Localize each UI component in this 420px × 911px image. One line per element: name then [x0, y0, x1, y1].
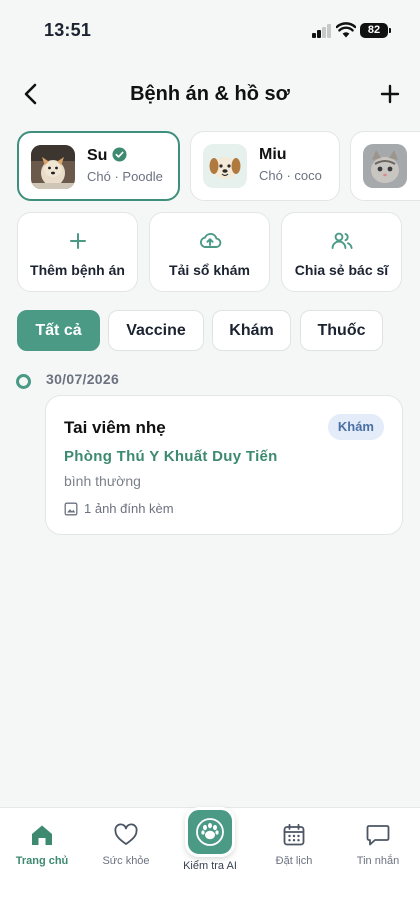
filter-tabs: Tất cả Vaccine Khám Thuốc	[17, 310, 403, 351]
pet-breed: Chó · coco	[259, 168, 322, 183]
add-record-button[interactable]: Thêm bệnh án	[17, 212, 138, 292]
action-label: Thêm bệnh án	[30, 262, 125, 278]
pet-avatar	[31, 145, 75, 189]
nav-home[interactable]: Trang chủ	[0, 808, 84, 911]
battery-tip	[389, 28, 391, 33]
pet-name: Miu	[259, 146, 287, 163]
nav-health[interactable]: Sức khỏe	[84, 808, 168, 911]
dog-photo-icon	[31, 145, 75, 189]
cellular-signal-icon	[312, 24, 332, 38]
share-doctor-button[interactable]: Chia sẻ bác sĩ	[281, 212, 402, 292]
status-bar: 13:51 82	[0, 0, 420, 60]
timeline-date: 30/07/2026	[46, 371, 120, 387]
plus-icon	[69, 233, 86, 249]
header: Bệnh án & hồ sơ	[0, 72, 420, 116]
record-title: Tai viêm nhẹ	[64, 418, 166, 437]
nav-icon-wrap	[252, 822, 336, 848]
pet-card-su[interactable]: Su Chó · Poodle	[17, 131, 180, 201]
timeline-dot	[16, 374, 31, 389]
upload-book-button[interactable]: Tải sổ khám	[149, 212, 270, 292]
battery-indicator: 82	[360, 23, 388, 38]
home-icon	[32, 825, 52, 845]
action-icon-wrap	[18, 231, 137, 251]
pet-breed: Chó · Poodle	[87, 169, 163, 184]
cloud-upload-icon	[199, 232, 221, 248]
pet-card-miu[interactable]: Miu Chó · coco	[190, 131, 340, 201]
action-icon-wrap	[150, 231, 269, 251]
record-card[interactable]: Tai viêm nhẹ Khám Phòng Thú Y Khuất Duy …	[45, 395, 403, 535]
nav-label: Sức khỏe	[102, 855, 150, 867]
nav-ai-check-label: Kiểm tra AI	[183, 860, 237, 872]
nav-ai-check-button[interactable]	[185, 807, 235, 857]
filter-all[interactable]: Tất cả	[17, 310, 100, 351]
heart-icon	[114, 823, 138, 845]
nav-label: Tin nhắn	[356, 855, 400, 867]
filter-exam[interactable]: Khám	[212, 310, 291, 351]
status-time: 13:51	[44, 20, 92, 40]
nav-messages[interactable]: Tin nhắn	[336, 808, 420, 911]
verified-check-icon	[112, 147, 127, 162]
nav-label: Trang chủ	[15, 855, 69, 867]
chat-icon	[366, 825, 390, 846]
quick-actions: Thêm bệnh án Tải sổ khám Chia sẻ bác sĩ	[17, 212, 403, 292]
nav-label: Đặt lịch	[275, 855, 313, 867]
filter-medicine[interactable]: Thuốc	[300, 310, 383, 351]
paw-icon	[196, 818, 224, 846]
action-label: Chia sẻ bác sĩ	[294, 262, 389, 278]
record-note: bình thường	[64, 473, 141, 489]
record-attachment[interactable]: 1 ảnh đính kèm	[64, 501, 174, 516]
nav-icon-wrap	[84, 822, 168, 848]
action-icon-wrap	[282, 231, 401, 251]
nav-icon-wrap	[0, 822, 84, 848]
pet-name: Su	[87, 147, 127, 165]
pet-card-partial[interactable]	[350, 131, 420, 201]
wifi-icon	[336, 22, 356, 38]
nav-booking[interactable]: Đặt lịch	[252, 808, 336, 911]
plus-icon[interactable]	[376, 80, 404, 108]
calendar-icon	[283, 823, 305, 846]
pet-avatar	[363, 144, 407, 188]
record-clinic: Phòng Thú Y Khuất Duy Tiến	[64, 448, 278, 465]
page-title: Bệnh án & hồ sơ	[130, 83, 290, 105]
action-label: Tải sổ khám	[169, 262, 250, 278]
image-icon	[64, 502, 78, 515]
pet-selector: Su Chó · Poodle Miu Chó · coco	[17, 131, 420, 201]
dog-emoji-icon	[209, 157, 241, 179]
nav-icon-wrap	[336, 822, 420, 848]
filter-vaccine[interactable]: Vaccine	[108, 310, 204, 351]
pet-avatar	[203, 144, 247, 188]
attachment-label: 1 ảnh đính kèm	[84, 501, 174, 516]
cat-photo-icon	[363, 144, 407, 188]
record-type-badge: Khám	[327, 414, 384, 440]
users-icon	[331, 232, 353, 249]
